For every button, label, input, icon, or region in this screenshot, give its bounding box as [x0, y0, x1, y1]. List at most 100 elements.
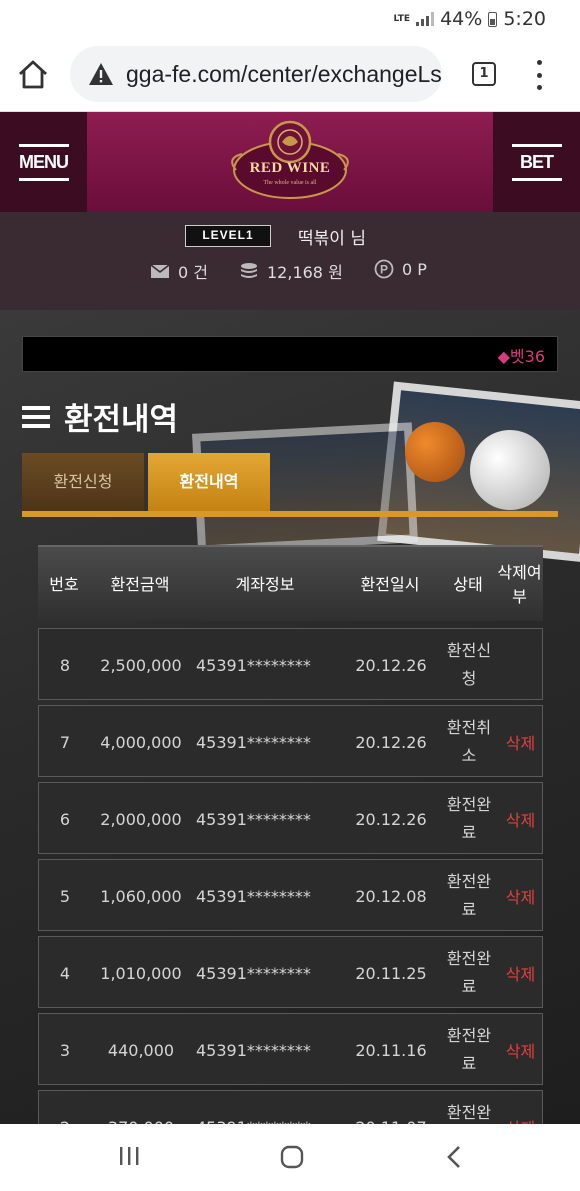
row-amount: 440,000 [107, 1040, 175, 1060]
menu-button[interactable]: MENU [0, 112, 87, 212]
row-account: 45391******** [196, 886, 311, 906]
delete-button[interactable]: 삭제 [497, 937, 544, 1009]
table-row: 8 2,500,000 45391******** 20.12.26 환전신청 [38, 628, 543, 700]
url-text: gga-fe.com/center/exchangeLst [126, 60, 442, 87]
row-date: 20.12.08 [355, 886, 427, 906]
logo-tagline: The whole value is all [263, 180, 317, 186]
recent-apps-icon[interactable] [117, 1144, 141, 1168]
header-delete: 삭제여부 [497, 563, 542, 606]
home-nav-icon[interactable] [279, 1144, 305, 1170]
row-no: 8 [59, 655, 71, 675]
row-no: 3 [59, 1040, 71, 1060]
row-amount: 2,500,000 [100, 655, 182, 675]
menu-label: MENU [19, 151, 69, 172]
tab-exchange-request[interactable]: 환전신청 [22, 453, 144, 511]
row-account: 45391******** [196, 963, 311, 983]
delete-button[interactable]: 삭제 [497, 706, 544, 778]
tab-exchange-history[interactable]: 환전내역 [148, 453, 270, 511]
header-amount: 환전금액 [110, 575, 170, 594]
row-no: 6 [59, 809, 71, 829]
battery-percent: 44% [440, 8, 483, 30]
row-status: 환전완료 [446, 872, 492, 919]
ticker-text: ◆벳36 [497, 347, 545, 366]
notice-ticker[interactable]: ◆벳36 [22, 336, 558, 372]
warning-icon[interactable] [88, 62, 114, 86]
level-badge: LEVEL1 [185, 225, 271, 247]
points-stat: P 0 P [374, 259, 427, 279]
header-no: 번호 [49, 575, 79, 594]
row-amount: 1,010,000 [100, 963, 182, 983]
delete-button[interactable] [497, 629, 544, 701]
main-content: ◆벳36 환전내역 환전신청 환전내역 번호 환전금액 계좌정보 환전일시 상태… [0, 310, 580, 1124]
row-no: 5 [59, 886, 71, 906]
row-amount: 2,000,000 [100, 809, 182, 829]
row-account: 45391******** [196, 1040, 311, 1060]
message-count: 0 건 [178, 263, 208, 282]
user-panel: LEVEL1 떡볶이 님 0 건 12,168 원 P 0 P [0, 212, 580, 310]
row-account: 45391******** [196, 809, 311, 829]
home-icon[interactable] [16, 58, 50, 92]
row-status: 환전완료 [446, 949, 492, 996]
table-row: 6 2,000,000 45391******** 20.12.26 환전완료 … [38, 782, 543, 854]
messages-stat[interactable]: 0 건 [150, 259, 208, 283]
header-account: 계좌정보 [235, 575, 295, 594]
tab-switcher-button[interactable]: 1 [472, 62, 496, 86]
address-bar[interactable]: gga-fe.com/center/exchangeLst [70, 46, 442, 102]
page-title: 환전내역 [22, 394, 178, 439]
table-row: 4 1,010,000 45391******** 20.11.25 환전완료 … [38, 936, 543, 1008]
tab-bar: 환전신청 환전내역 [22, 453, 558, 517]
row-no: 4 [59, 963, 71, 983]
signal-icon [416, 12, 435, 26]
row-date: 20.11.16 [355, 1040, 427, 1060]
svg-text:P: P [380, 263, 388, 277]
points-value: 0 P [402, 259, 427, 279]
browser-toolbar: gga-fe.com/center/exchangeLst 1 [0, 40, 580, 112]
bet-button[interactable]: BET [493, 112, 580, 212]
row-amount: 4,000,000 [100, 732, 182, 752]
row-date: 20.11.07 [341, 1091, 441, 1125]
delete-button[interactable]: 삭제 [497, 1014, 544, 1086]
coins-icon [241, 263, 257, 278]
more-menu-icon[interactable] [533, 60, 545, 90]
mail-icon [150, 263, 170, 278]
table-row: 2 370,000 45391******** 20.11.07 환전완료 삭제 [38, 1090, 543, 1124]
row-date: 20.12.26 [355, 809, 427, 829]
header-status: 상태 [453, 575, 483, 594]
row-date: 20.11.25 [355, 963, 427, 983]
delete-button[interactable]: 삭제 [497, 860, 544, 932]
list-icon [22, 405, 50, 428]
row-amount: 370,000 [91, 1091, 191, 1125]
clock: 5:20 [503, 8, 546, 30]
row-status: 환전완료 [446, 1026, 492, 1073]
delete-button[interactable]: 삭제 [497, 1091, 544, 1124]
table-row: 5 1,060,000 45391******** 20.12.08 환전완료 … [38, 859, 543, 931]
logo-name: RED WINE [249, 160, 331, 176]
site-logo[interactable]: RED WINE The whole value is all [226, 118, 354, 208]
row-status: 환전신청 [446, 641, 492, 688]
delete-button[interactable]: 삭제 [497, 783, 544, 855]
system-nav-bar [0, 1124, 580, 1191]
site-header: MENU RED WINE The whole value is all BET [0, 112, 580, 212]
row-account: 45391******** [191, 1091, 341, 1125]
status-bar: LTE 44% 5:20 [0, 0, 580, 40]
header-date: 환전일시 [360, 575, 420, 594]
balance-stat: 12,168 원 [239, 259, 343, 283]
network-type: LTE [393, 13, 411, 24]
battery-icon [488, 11, 498, 27]
back-icon[interactable] [444, 1144, 464, 1170]
table-row: 3 440,000 45391******** 20.11.16 환전완료 삭제 [38, 1013, 543, 1085]
points-icon: P [374, 259, 394, 279]
page-title-text: 환전내역 [64, 402, 179, 438]
row-date: 20.12.26 [355, 655, 427, 675]
row-status: 환전취소 [446, 718, 492, 765]
row-status: 환전완료 [446, 1103, 492, 1122]
row-no: 2 [39, 1091, 91, 1125]
row-account: 45391******** [196, 732, 311, 752]
table-header: 번호 환전금액 계좌정보 환전일시 상태 삭제여부 [38, 545, 543, 621]
row-status: 환전완료 [446, 795, 492, 842]
row-amount: 1,060,000 [100, 886, 182, 906]
table-row: 7 4,000,000 45391******** 20.12.26 환전취소 … [38, 705, 543, 777]
balance-value: 12,168 원 [267, 263, 343, 282]
row-date: 20.12.26 [355, 732, 427, 752]
user-name: 떡볶이 님 [298, 229, 366, 249]
